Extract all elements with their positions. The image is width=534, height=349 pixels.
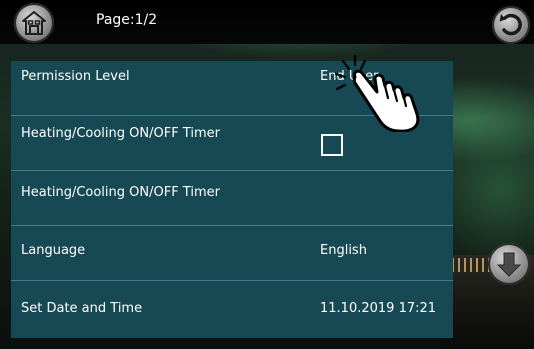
scroll-down-button[interactable] <box>488 243 530 285</box>
top-bar <box>0 0 534 44</box>
language-label: Language <box>21 243 86 258</box>
heating-cooling-timer-toggle-label: Heating/Cooling ON/OFF Timer <box>21 126 220 141</box>
date-time-value[interactable]: 11.10.2019 17:21 <box>320 301 436 316</box>
home-button[interactable] <box>14 3 54 43</box>
heating-cooling-timer-checkbox[interactable] <box>321 134 343 156</box>
tap-hand-icon <box>334 54 420 132</box>
date-time-row[interactable]: Set Date and Time 11.10.2019 17:21 <box>11 281 453 338</box>
heating-cooling-timer-label: Heating/Cooling ON/OFF Timer <box>21 185 220 200</box>
back-arrow-icon <box>499 13 522 36</box>
arrow-down-icon <box>496 252 522 277</box>
language-row[interactable]: Language English <box>11 226 453 281</box>
page-indicator: Page:1/2 <box>96 12 158 28</box>
home-icon <box>22 11 46 35</box>
heating-cooling-timer-row[interactable]: Heating/Cooling ON/OFF Timer <box>11 171 453 226</box>
date-time-label: Set Date and Time <box>21 301 143 316</box>
background-lights <box>452 258 492 272</box>
back-button[interactable] <box>492 6 530 44</box>
language-value[interactable]: English <box>320 243 367 258</box>
permission-level-label: Permission Level <box>21 69 130 84</box>
